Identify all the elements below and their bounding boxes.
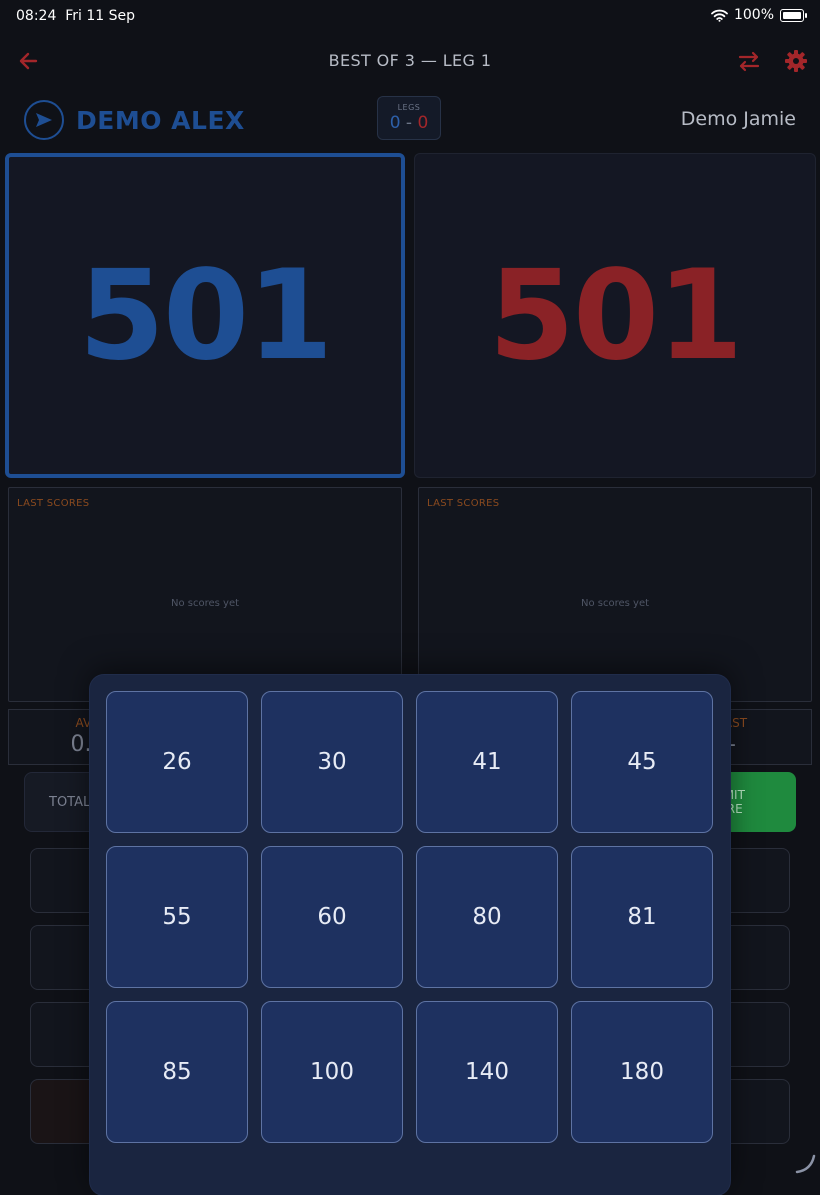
status-icons: 100% — [711, 7, 807, 23]
legs-counter: LEGS 0 - 0 — [377, 96, 441, 140]
preset-score-button[interactable]: 55 — [106, 846, 248, 988]
preset-score-button[interactable]: 45 — [571, 691, 713, 833]
battery-percent: 100% — [733, 7, 774, 23]
player1-name: DEMO ALEX — [76, 105, 245, 135]
player2-last-scores: LAST SCORES No scores yet — [418, 487, 812, 702]
preset-score-grid: 26 30 41 45 55 60 80 81 85 100 140 180 — [106, 691, 713, 1143]
legs-separator: - — [405, 113, 413, 133]
swap-arrows-icon — [738, 51, 760, 72]
settings-button[interactable] — [783, 48, 809, 74]
player2-score-panel[interactable]: 501 — [414, 153, 816, 478]
clock: 08:24 — [16, 8, 57, 24]
player1-last-scores: LAST SCORES No scores yet — [8, 487, 402, 702]
last-scores-label: LAST SCORES — [17, 498, 90, 509]
preset-score-button[interactable]: 30 — [261, 691, 403, 833]
preset-score-button[interactable]: 180 — [571, 1001, 713, 1143]
last-scores-label: LAST SCORES — [427, 498, 500, 509]
preset-score-button[interactable]: 60 — [261, 846, 403, 988]
preset-score-button[interactable]: 81 — [571, 846, 713, 988]
battery-icon — [780, 8, 807, 22]
no-scores-message: No scores yet — [580, 598, 650, 609]
swap-players-button[interactable] — [736, 48, 762, 74]
preset-score-button[interactable]: 41 — [416, 691, 558, 833]
legs-player1: 0 — [389, 113, 401, 133]
preset-score-button[interactable]: 85 — [106, 1001, 248, 1143]
player1-header: DEMO ALEX — [24, 96, 245, 144]
preset-score-button[interactable]: 80 — [416, 846, 558, 988]
player2-remaining-score: 501 — [488, 243, 744, 388]
preset-score-button[interactable]: 100 — [261, 1001, 403, 1143]
gear-icon — [785, 50, 807, 72]
status-time: 08:24 Fri 11 Sep — [16, 8, 135, 24]
quick-score-sheet: 26 30 41 45 55 60 80 81 85 100 140 180 — [90, 675, 730, 1195]
resize-corner-icon — [795, 1154, 816, 1174]
player2-name: Demo Jamie — [680, 108, 796, 130]
player1-remaining-score: 501 — [78, 243, 334, 388]
date: Fri 11 Sep — [65, 8, 136, 24]
legs-score: 0 - 0 — [378, 113, 440, 133]
preset-score-button[interactable]: 140 — [416, 1001, 558, 1143]
player1-score-panel[interactable]: 501 — [5, 153, 405, 478]
top-bar: BEST OF 3 — LEG 1 — [0, 40, 820, 82]
legs-player2: 0 — [417, 113, 429, 133]
player1-badge — [24, 100, 64, 140]
resize-handle[interactable] — [794, 1152, 816, 1174]
wifi-icon — [711, 9, 728, 22]
status-bar: 08:24 Fri 11 Sep 100% — [0, 0, 820, 32]
legs-label: LEGS — [397, 103, 421, 112]
dart-icon — [36, 113, 52, 127]
total-label: TOTAL — [49, 795, 91, 810]
preset-score-button[interactable]: 26 — [106, 691, 248, 833]
match-title: BEST OF 3 — LEG 1 — [328, 51, 492, 70]
no-scores-message: No scores yet — [170, 598, 240, 609]
